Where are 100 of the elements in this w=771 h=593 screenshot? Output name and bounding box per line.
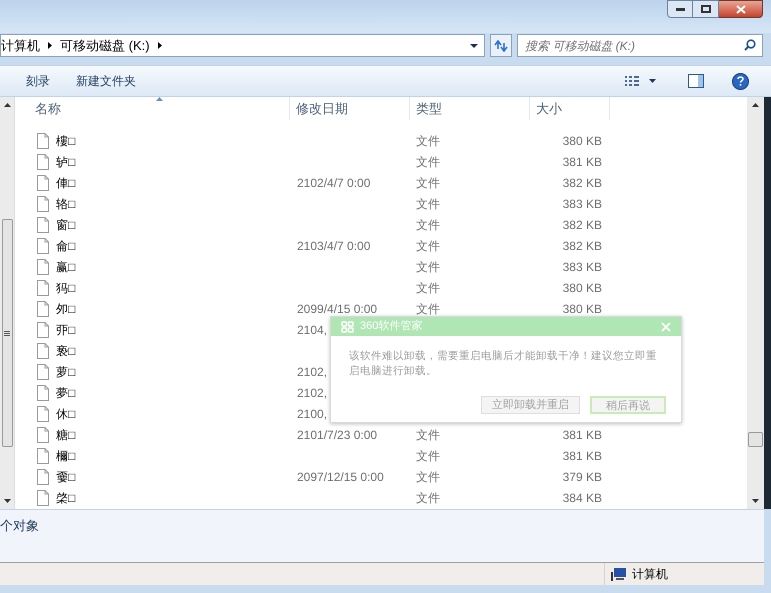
file-icon bbox=[37, 154, 49, 170]
search-field[interactable]: 搜索 可移动磁盘 (K:) bbox=[517, 34, 763, 57]
minimize-button[interactable] bbox=[667, 0, 693, 18]
file-size: 380 KB bbox=[562, 302, 602, 316]
file-type: 文件 bbox=[416, 260, 440, 274]
file-icon bbox=[37, 322, 49, 338]
file-name[interactable]: 樓□ bbox=[56, 132, 76, 150]
file-icon bbox=[37, 300, 49, 316]
file-type: 文件 bbox=[416, 280, 440, 294]
toolbar-button[interactable]: 新建文件夹 bbox=[70, 69, 142, 93]
address-bar[interactable]: 计算机 可移动磁盘 (K:) bbox=[0, 34, 485, 57]
file-name[interactable]: 棨□ bbox=[56, 488, 76, 506]
file-size: 380 KB bbox=[562, 134, 602, 148]
file-name[interactable]: 侖□ bbox=[56, 236, 76, 254]
scrollbar[interactable] bbox=[0, 97, 15, 509]
file-size: 384 KB bbox=[562, 490, 602, 504]
file-name[interactable]: 轳□ bbox=[56, 152, 76, 170]
file-icon bbox=[37, 132, 49, 148]
file-icon bbox=[37, 280, 49, 296]
file-type: 文件 bbox=[416, 428, 440, 442]
file-name[interactable]: 辂□ bbox=[56, 194, 76, 212]
chevron-right-icon bbox=[158, 42, 162, 49]
file-name[interactable]: 亵□ bbox=[56, 342, 76, 360]
modified-date: 2101/7/23 0:00 bbox=[297, 428, 378, 442]
modified-date: 2100, bbox=[297, 406, 328, 420]
file-name[interactable]: 犸□ bbox=[56, 278, 76, 296]
maximize-button[interactable] bbox=[693, 0, 719, 18]
modified-date: 2099/4/15 0:00 bbox=[297, 302, 378, 316]
close-button[interactable] bbox=[719, 0, 763, 18]
file-type: 文件 bbox=[416, 196, 440, 210]
file-type: 文件 bbox=[416, 176, 440, 190]
close-icon bbox=[736, 4, 746, 14]
file-type: 文件 bbox=[416, 238, 440, 252]
refresh-icon bbox=[494, 40, 508, 52]
column-header[interactable]: 修改日期 bbox=[290, 97, 410, 120]
scroll-thumb[interactable] bbox=[748, 432, 763, 447]
search-icon bbox=[744, 39, 756, 51]
file-name[interactable]: 丣□ bbox=[56, 320, 76, 338]
dialog-title: 360软件管家 bbox=[360, 318, 422, 334]
file-type: 文件 bbox=[416, 134, 440, 148]
file-name[interactable]: 嫑□ bbox=[56, 468, 76, 486]
file-size: 382 KB bbox=[562, 176, 602, 190]
file-name[interactable]: 夘□ bbox=[56, 300, 76, 318]
file-icon bbox=[37, 174, 49, 190]
caret-icon bbox=[649, 79, 656, 83]
file-size: 382 KB bbox=[562, 218, 602, 232]
file-icon bbox=[37, 406, 49, 422]
help-button[interactable] bbox=[732, 72, 749, 90]
file-size: 381 KB bbox=[562, 428, 602, 442]
status-location: 计算机 bbox=[632, 566, 668, 583]
file-name[interactable]: 萝□ bbox=[56, 362, 76, 380]
modified-date: 2104, bbox=[297, 322, 328, 336]
file-name[interactable]: 俥□ bbox=[56, 174, 76, 192]
file-name[interactable]: 糖□ bbox=[56, 426, 76, 444]
file-icon bbox=[37, 258, 49, 274]
preview-pane-button[interactable] bbox=[688, 74, 704, 88]
file-size: 380 KB bbox=[562, 280, 602, 294]
file-name[interactable]: 休□ bbox=[56, 404, 76, 422]
file-name[interactable]: 赢□ bbox=[56, 258, 76, 276]
file-icon bbox=[37, 490, 49, 506]
minimize-icon bbox=[676, 8, 684, 10]
file-name[interactable]: 窗□ bbox=[56, 216, 76, 234]
file-size: 383 KB bbox=[562, 196, 602, 210]
file-size: 379 KB bbox=[562, 470, 602, 484]
file-icon bbox=[37, 426, 49, 442]
file-size: 383 KB bbox=[562, 260, 602, 274]
column-header[interactable]: 类型 bbox=[410, 97, 530, 120]
modified-date: 2097/12/15 0:00 bbox=[297, 470, 384, 484]
file-type: 文件 bbox=[416, 218, 440, 232]
scroll-up-icon bbox=[752, 103, 759, 107]
scroll-thumb[interactable] bbox=[2, 219, 12, 447]
file-type: 文件 bbox=[416, 448, 440, 462]
file-size: 382 KB bbox=[562, 238, 602, 252]
details-text: 个对象 bbox=[0, 518, 39, 533]
dropdown-icon[interactable] bbox=[470, 44, 478, 48]
maximize-icon bbox=[700, 5, 710, 13]
scrollbar[interactable] bbox=[747, 97, 764, 509]
file-icon bbox=[37, 364, 49, 380]
file-icon bbox=[37, 196, 49, 212]
file-icon bbox=[37, 342, 49, 358]
grid-logo-icon bbox=[341, 320, 354, 332]
file-icon bbox=[37, 468, 49, 484]
file-name[interactable]: 夢□ bbox=[56, 384, 76, 402]
file-icon bbox=[37, 448, 49, 464]
toolbar-button[interactable]: 刻录 bbox=[20, 69, 56, 93]
file-type: 文件 bbox=[416, 490, 440, 504]
refresh-button[interactable] bbox=[490, 34, 512, 57]
file-name[interactable]: 檷□ bbox=[56, 446, 76, 464]
computer-icon bbox=[611, 567, 627, 581]
column-header[interactable]: 大小 bbox=[530, 97, 610, 120]
breadcrumb[interactable]: 可移动磁盘 (K:) bbox=[60, 36, 150, 56]
file-type: 文件 bbox=[416, 470, 440, 484]
file-icon bbox=[37, 238, 49, 254]
file-type: 文件 bbox=[416, 154, 440, 168]
file-icon bbox=[37, 384, 49, 400]
dialog-message: 该软件难以卸载，需要重启电脑后才能卸载干净！建议您立即重启电脑进行卸载。 bbox=[348, 349, 658, 379]
breadcrumb[interactable]: 计算机 bbox=[1, 36, 40, 56]
file-icon bbox=[37, 216, 49, 232]
list-view-icon bbox=[625, 76, 639, 86]
question-icon bbox=[737, 76, 744, 86]
